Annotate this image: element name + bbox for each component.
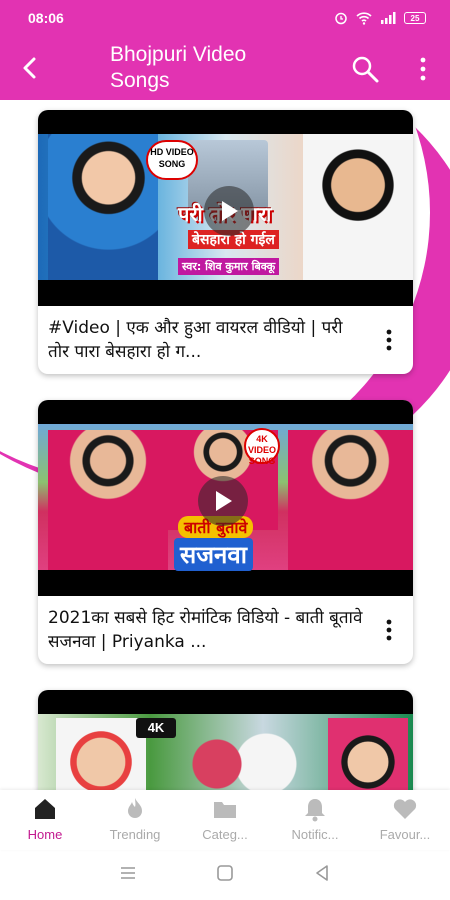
nav-item-favourites[interactable]: Favour...: [360, 790, 450, 850]
nav-item-trending[interactable]: Trending: [90, 790, 180, 850]
nav-item-categories[interactable]: Categ...: [180, 790, 270, 850]
status-icons: 25: [334, 11, 426, 25]
heart-icon: [393, 799, 417, 819]
4k-video-song-badge: 4K VIDEO SONG: [244, 428, 280, 466]
singer-figure: [328, 718, 408, 790]
wifi-icon: [356, 11, 372, 25]
more-vertical-icon: [386, 329, 392, 351]
nav-item-label: Notific...: [291, 827, 339, 842]
thumbnail-credit: स्वर: शिव कुमार बिक्कू: [178, 258, 280, 275]
alarm-icon: [334, 11, 348, 25]
video-title: #Video | एक और हुआ वायरल वीडियो | परी तो…: [48, 318, 343, 362]
dancer-figure: [48, 430, 168, 570]
app-bar: Bhojpuri Video Songs: [0, 36, 450, 100]
video-card[interactable]: 4K: [38, 690, 413, 790]
search-icon: [352, 56, 379, 83]
square-icon: [217, 864, 233, 881]
singer-figure: [48, 134, 158, 280]
bell-icon: [305, 799, 325, 822]
nav-item-label: Home: [27, 827, 63, 842]
page-title: Bhojpuri Video Songs: [110, 43, 247, 92]
play-button[interactable]: [198, 476, 248, 526]
menu-lines-icon: [121, 866, 136, 879]
bottom-navigation: Home Trending Categ... Notific... Favour…: [0, 790, 450, 850]
flame-icon: [128, 798, 142, 818]
video-more-button[interactable]: [383, 328, 395, 352]
overflow-menu-button[interactable]: [414, 56, 432, 82]
video-card[interactable]: 4K VIDEO SONG बाती बुतावे सजनवा 2021का स…: [38, 400, 413, 664]
battery-icon: 25: [404, 12, 426, 24]
video-card-body: #Video | एक और हुआ वायरल वीडियो | परी तो…: [38, 306, 413, 374]
search-button[interactable]: [350, 54, 380, 84]
video-more-button[interactable]: [383, 618, 395, 642]
system-navigation-bar: [0, 850, 450, 900]
signal-icon: [380, 12, 396, 24]
more-vertical-icon: [386, 619, 392, 641]
triangle-back-icon: [315, 864, 328, 881]
home-nav-button[interactable]: [216, 864, 234, 887]
nav-item-home[interactable]: Home: [0, 790, 90, 850]
singer-figure: [303, 134, 413, 280]
back-arrow-icon: [23, 57, 36, 79]
back-button[interactable]: [16, 54, 44, 82]
play-icon: [216, 491, 232, 511]
thumbnail-image: 4K: [38, 714, 413, 790]
home-icon: [35, 799, 55, 819]
nav-item-label: Favour...: [379, 827, 431, 842]
video-list[interactable]: HD VIDEO SONG परी तोर पारा बेसहारा हो गई…: [0, 100, 450, 790]
dancer-figure: [288, 430, 413, 570]
recent-apps-button[interactable]: [119, 865, 137, 886]
hd-video-song-badge: HD VIDEO SONG: [146, 140, 198, 180]
video-thumbnail[interactable]: 4K: [38, 690, 413, 790]
4k-badge: 4K: [136, 718, 176, 738]
video-thumbnail[interactable]: 4K VIDEO SONG बाती बुतावे सजनवा: [38, 400, 413, 596]
status-bar: 08:06 25: [0, 0, 450, 36]
back-nav-button[interactable]: [313, 864, 331, 887]
video-card-body: 2021का सबसे हिट रोमांटिक विडियो - बाती ब…: [38, 596, 413, 664]
play-icon: [222, 201, 238, 221]
video-thumbnail[interactable]: HD VIDEO SONG परी तोर पारा बेसहारा हो गई…: [38, 110, 413, 306]
scene-image: [168, 724, 308, 790]
play-button[interactable]: [204, 186, 254, 236]
singer-figure: [56, 718, 146, 790]
status-time: 08:06: [28, 10, 64, 26]
thumbnail-title-line2: सजनवा: [174, 538, 253, 571]
nav-item-label: Trending: [109, 827, 161, 842]
video-card[interactable]: HD VIDEO SONG परी तोर पारा बेसहारा हो गई…: [38, 110, 413, 374]
video-title: 2021का सबसे हिट रोमांटिक विडियो - बाती ब…: [48, 608, 363, 652]
nav-item-label: Categ...: [202, 827, 248, 842]
nav-item-notifications[interactable]: Notific...: [270, 790, 360, 850]
more-vertical-icon: [420, 57, 426, 81]
folder-icon: [214, 802, 236, 818]
